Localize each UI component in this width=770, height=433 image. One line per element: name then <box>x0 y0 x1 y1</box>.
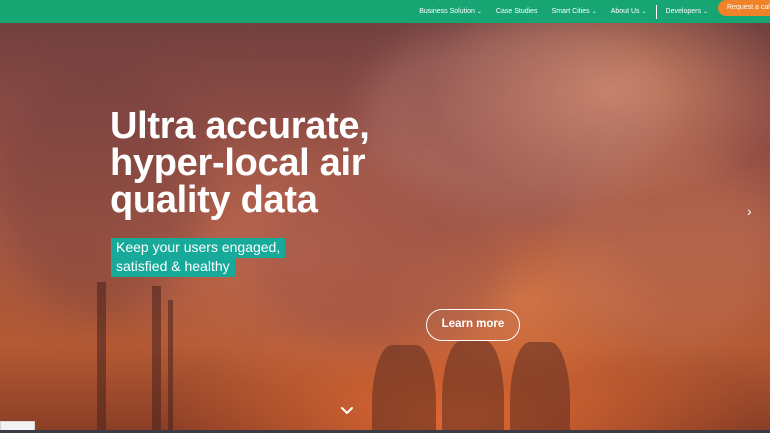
nav-divider <box>655 4 657 19</box>
chevron-down-icon: ⌄ <box>702 9 708 15</box>
hero-tagline: Keep your users engaged, satisfied & hea… <box>111 238 286 277</box>
headline-line: hyper-local air <box>110 142 366 184</box>
headline-line: Ultra accurate, <box>110 105 370 147</box>
top-navbar: Business Solution ⌄ Case Studies Smart C… <box>0 0 770 23</box>
cooling-tower <box>372 345 436 433</box>
cooling-tower <box>442 340 504 433</box>
chevron-right-icon[interactable]: › <box>747 203 759 219</box>
smoke-cloud <box>560 150 770 350</box>
chevron-down-icon: ⌄ <box>641 9 647 15</box>
nav-item-label: About Us <box>610 8 640 15</box>
learn-more-button[interactable]: Learn more <box>426 309 520 341</box>
nav-item-developers[interactable]: Developers ⌄ <box>666 8 708 15</box>
cooling-tower <box>510 342 570 433</box>
chimney <box>168 300 173 433</box>
nav-item-case-studies[interactable]: Case Studies <box>496 8 538 15</box>
headline-line: quality data <box>110 179 318 221</box>
tagline-line: Keep your users engaged, <box>111 238 286 258</box>
nav-item-about-us[interactable]: About Us ⌄ <box>611 8 647 15</box>
chevron-down-icon: ⌄ <box>591 9 597 15</box>
nav-item-smart-cities[interactable]: Smart Cities ⌄ <box>552 8 597 15</box>
chimney <box>152 286 161 433</box>
chevron-down-icon[interactable] <box>339 404 355 418</box>
request-call-button[interactable]: Request a call <box>718 0 770 16</box>
hero-headline: Ultra accurate, hyper-local air quality … <box>110 105 430 221</box>
nav-item-label: Case Studies <box>495 8 538 15</box>
nav-item-label: Business Solution <box>419 8 475 15</box>
nav-item-label: Developers <box>665 8 701 15</box>
chimney <box>97 282 106 433</box>
tagline-line: satisfied & healthy <box>111 257 235 277</box>
chevron-down-icon: ⌄ <box>476 9 482 15</box>
nav-item-label: Smart Cities <box>551 8 590 15</box>
nav-item-business-solution[interactable]: Business Solution ⌄ <box>419 8 482 15</box>
